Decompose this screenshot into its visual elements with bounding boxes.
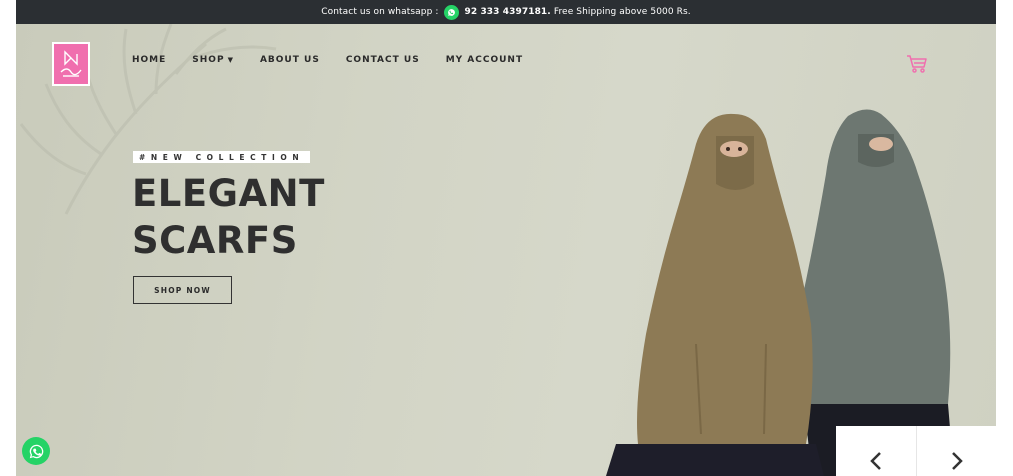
shipping-text: Free Shipping above 5000 Rs. xyxy=(553,7,691,17)
whatsapp-icon xyxy=(29,444,43,458)
slider-next-button[interactable] xyxy=(916,426,996,476)
nav-contact-us[interactable]: CONTACT US xyxy=(346,55,420,65)
brand-logo[interactable] xyxy=(52,42,90,86)
hero-models-image xyxy=(606,109,954,476)
chevron-right-icon xyxy=(951,452,963,470)
shop-now-button[interactable]: SHOP NOW xyxy=(133,276,232,304)
nav-shop[interactable]: SHOP ▼ xyxy=(192,55,234,65)
whatsapp-chat-button[interactable] xyxy=(22,437,50,465)
headline-line-1: ELEGANT xyxy=(132,172,325,215)
brand-logo-mark xyxy=(60,50,82,77)
hero-eyebrow: #NEW COLLECTION xyxy=(133,151,311,163)
nav-my-account[interactable]: MY ACCOUNT xyxy=(446,55,523,65)
contact-text: Contact us on whatsapp : xyxy=(321,7,439,17)
nav-about-us[interactable]: ABOUT US xyxy=(260,55,320,65)
chevron-left-icon xyxy=(870,452,881,470)
slider-controls xyxy=(836,426,996,476)
hero-banner: HOME SHOP ▼ ABOUT US CONTACT US MY ACCOUN… xyxy=(16,24,996,476)
main-nav: HOME SHOP ▼ ABOUT US CONTACT US MY ACCOUN… xyxy=(132,55,549,65)
slider-prev-button[interactable] xyxy=(836,426,916,476)
caret-down-icon: ▼ xyxy=(227,56,234,64)
whatsapp-icon[interactable] xyxy=(444,4,460,20)
phone-number[interactable]: 92 333 4397181. xyxy=(464,7,550,17)
cart-icon[interactable] xyxy=(906,54,928,78)
headline-line-2: SCARFS xyxy=(132,219,298,262)
hero-headline: ELEGANT SCARFS xyxy=(132,170,325,264)
announcement-bar: Contact us on whatsapp : 92 333 4397181.… xyxy=(16,0,996,24)
nav-shop-label: SHOP xyxy=(192,55,225,65)
nav-home[interactable]: HOME xyxy=(132,55,166,65)
